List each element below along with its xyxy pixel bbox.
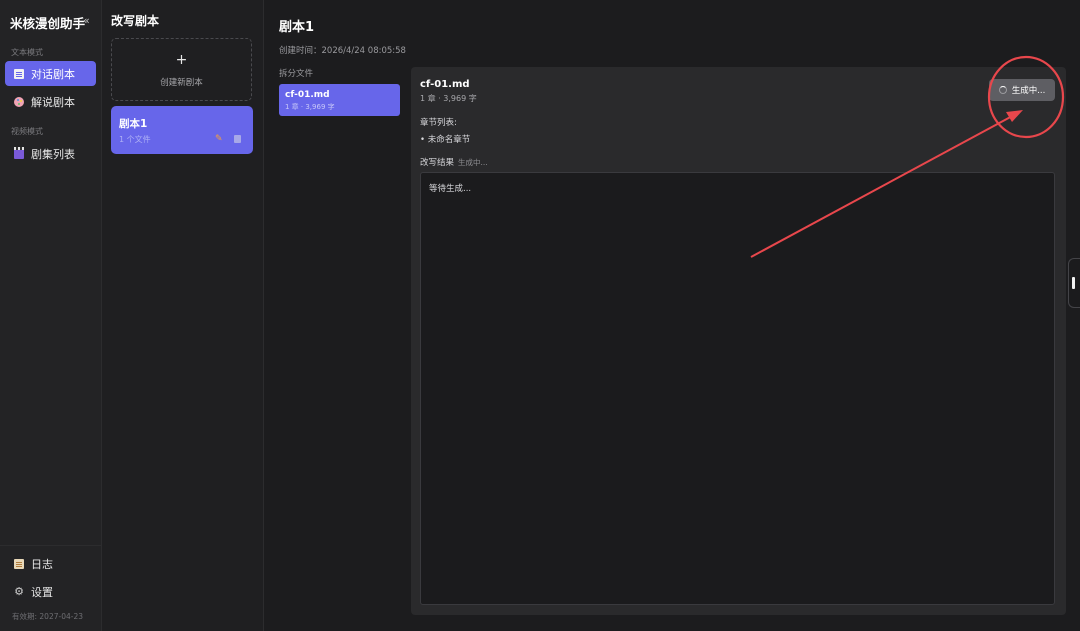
gear-icon: ⚙ (14, 584, 24, 598)
file-item[interactable]: cf-01.md 1 章 · 3,969 字 (279, 84, 400, 116)
section-label-text-mode: 文本模式 (11, 48, 43, 57)
create-script-label: 创建新剧本 (160, 78, 203, 88)
page-title: 剧本1 (279, 20, 315, 35)
delete-icon[interactable] (234, 135, 241, 143)
sidebar: 米核漫创助手 « 文本模式 对话剧本 解说剧本 视频模式 剧集列表 日志 ⚙ 设… (0, 0, 102, 631)
section-label-video-mode: 视频模式 (11, 127, 43, 136)
sidebar-item-label: 解说剧本 (31, 95, 75, 109)
file-meta: 1 章 · 3,969 字 (285, 103, 335, 111)
sidebar-item-label: 日志 (31, 557, 53, 571)
script-list-panel: 改写剧本 + 创建新剧本 剧本1 1 个文件 ✎ (102, 0, 264, 631)
create-script-button[interactable]: + 创建新剧本 (111, 38, 252, 101)
sidebar-item-label: 剧集列表 (31, 147, 75, 161)
palette-icon (14, 96, 24, 107)
result-textarea[interactable]: 等待生成... (420, 172, 1055, 605)
panel-title: 改写剧本 (111, 14, 160, 28)
plus-icon: + (175, 52, 188, 68)
clapperboard-icon (14, 146, 24, 159)
created-time: 创建时间：2026/4/24 08:05:58 (279, 46, 406, 56)
sidebar-item-narration-script[interactable]: 解说剧本 (5, 89, 96, 114)
side-drawer-handle[interactable] (1068, 258, 1080, 308)
generate-button[interactable]: 生成中... (989, 79, 1055, 101)
sidebar-item-label: 对话剧本 (31, 67, 75, 81)
script-name: 剧本1 (119, 118, 148, 130)
collapse-sidebar-icon[interactable]: « (83, 14, 90, 27)
chapter-item: • 未命名章节 (420, 135, 471, 145)
sidebar-item-settings[interactable]: ⚙ 设置 (5, 579, 96, 604)
result-label-text: 改写结果 (420, 158, 455, 168)
script-card[interactable]: 剧本1 1 个文件 ✎ (111, 106, 253, 154)
script-file-count: 1 个文件 (119, 135, 151, 144)
split-files-label: 拆分文件 (279, 69, 314, 79)
panel-file-name: cf-01.md (420, 79, 470, 90)
panel-file-meta: 1 章 · 3,969 字 (420, 94, 477, 103)
file-name: cf-01.md (285, 90, 330, 100)
sidebar-item-log[interactable]: 日志 (5, 551, 96, 576)
generate-button-label: 生成中... (1011, 86, 1046, 96)
document-icon (14, 68, 24, 79)
expiry-date: 有效期: 2027-04-23 (12, 612, 83, 621)
loading-spinner-icon (998, 86, 1007, 94)
edit-pencil-icon[interactable]: ✎ (215, 135, 223, 144)
sidebar-item-label: 设置 (31, 585, 53, 599)
divider (0, 545, 102, 546)
result-label: 改写结果 生成中... (420, 156, 488, 168)
result-placeholder-text: 等待生成... (429, 184, 472, 194)
sidebar-item-dialogue-script[interactable]: 对话剧本 (5, 61, 96, 86)
log-icon (14, 558, 24, 569)
file-detail-panel: cf-01.md 1 章 · 3,969 字 生成中... 章节列表: • 未命… (411, 67, 1066, 615)
chapter-list-label: 章节列表: (420, 118, 457, 128)
sidebar-item-episode-list[interactable]: 剧集列表 (5, 141, 96, 166)
app-title: 米核漫创助手 (10, 16, 86, 31)
result-status: 生成中... (458, 158, 488, 167)
